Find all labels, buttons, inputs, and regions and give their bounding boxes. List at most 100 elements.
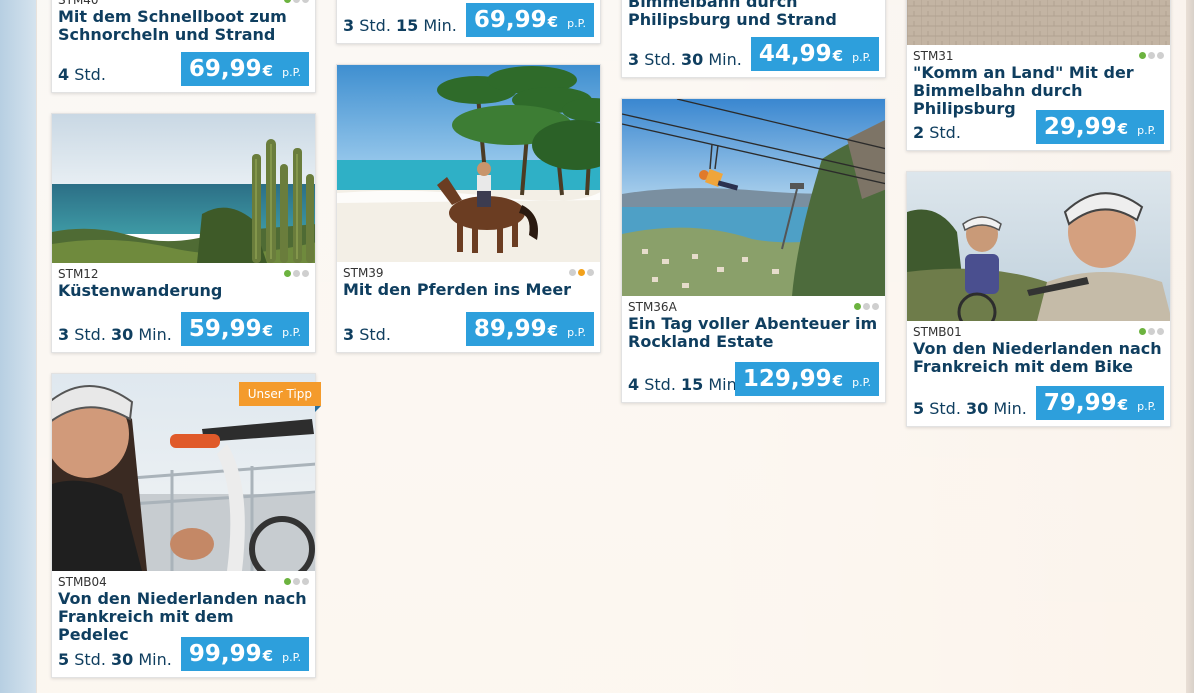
duration-hours: 3 — [343, 325, 355, 344]
rating-dot — [1157, 328, 1164, 335]
excursion-card[interactable]: STMB01 Von den Niederlanden nach Frankre… — [906, 171, 1171, 427]
price-button[interactable]: 59,99 € p.P. — [180, 312, 309, 346]
card-footer: 3 Std. 15 Min. 69,99 € p.P. — [337, 3, 600, 43]
price-per-person: p.P. — [282, 326, 301, 339]
rating-dot — [578, 269, 585, 276]
rating-dot — [302, 270, 309, 277]
excursion-title[interactable]: Mit dem Schnellboot zum Schnorcheln und … — [58, 8, 309, 44]
price-currency: € — [262, 647, 274, 665]
excursion-card[interactable]: Unser Tipp STMB04 Von den Niederlanden n… — [51, 373, 322, 678]
duration-hours: 2 — [913, 123, 925, 142]
price-button[interactable]: 79,99 € p.P. — [1035, 386, 1164, 420]
price-button[interactable]: 44,99 € p.P. — [750, 37, 879, 71]
price-currency: € — [1117, 120, 1129, 138]
duration-hours-unit: Std. — [359, 16, 391, 35]
price-currency: € — [262, 62, 274, 80]
duration-hours-unit: Std. — [74, 65, 106, 84]
excursion-card[interactable]: 3 Std. 15 Min. 69,99 € p.P. — [336, 0, 601, 44]
price-button[interactable]: 69,99 € p.P. — [465, 3, 594, 37]
rating-dot — [569, 269, 576, 276]
duration-hours: 3 — [58, 325, 70, 344]
excursion-title[interactable]: Küstenwanderung — [58, 282, 309, 300]
duration-minutes: 15 — [396, 16, 419, 35]
excursion-card[interactable]: Bimmelbahn durch Philipsburg und Strand … — [621, 0, 886, 78]
difficulty-rating — [284, 0, 309, 3]
card-footer: 3 Std. 89,99 € p.P. — [337, 312, 600, 352]
duration-hours-unit: Std. — [359, 325, 391, 344]
price-amount: 29,99 — [1043, 114, 1117, 140]
duration-minutes: 15 — [681, 375, 704, 394]
price-currency: € — [832, 47, 844, 65]
price-currency: € — [262, 322, 274, 340]
price-button[interactable]: 89,99 € p.P. — [465, 312, 594, 346]
difficulty-rating — [284, 578, 309, 585]
duration: 4 Std. — [58, 65, 106, 84]
rating-dot — [293, 0, 300, 3]
price-amount: 69,99 — [473, 7, 547, 33]
duration-minutes-unit: Min. — [138, 325, 172, 344]
rating-dot — [284, 270, 291, 277]
card-footer: 3 Std. 30 Min. 44,99 € p.P. — [622, 37, 885, 77]
excursion-code: STMB01 — [913, 325, 962, 339]
card-footer: 5 Std. 30 Min. 99,99 € p.P. — [52, 637, 315, 677]
excursion-code: STM31 — [913, 49, 954, 63]
excursion-card[interactable]: STM40 Mit dem Schnellboot zum Schnorchel… — [51, 0, 316, 93]
excursion-title[interactable]: Von den Niederlanden nach Frankreich mit… — [913, 340, 1164, 376]
price-button[interactable]: 99,99 € p.P. — [180, 637, 309, 671]
excursion-image[interactable] — [622, 99, 885, 296]
excursion-image[interactable] — [337, 65, 600, 262]
duration: 5 Std. 30 Min. — [913, 399, 1027, 418]
difficulty-rating — [1139, 328, 1164, 335]
rating-dot — [293, 270, 300, 277]
card-footer: 3 Std. 30 Min. 59,99 € p.P. — [52, 312, 315, 352]
excursion-card[interactable]: STM31 "Komm an Land" Mit der Bimmelbahn … — [906, 0, 1171, 151]
rating-dot — [1139, 52, 1146, 59]
duration-minutes: 30 — [111, 325, 134, 344]
price-button[interactable]: 29,99 € p.P. — [1035, 110, 1164, 144]
excursion-card[interactable]: STM12 Küstenwanderung 3 Std. 30 Min. 59,… — [51, 113, 316, 353]
price-amount: 59,99 — [188, 316, 262, 342]
difficulty-rating — [284, 270, 309, 277]
price-currency: € — [1117, 396, 1129, 414]
excursion-title[interactable]: Mit den Pferden ins Meer — [343, 281, 594, 299]
duration-hours-unit: Std. — [74, 325, 106, 344]
page-edge — [1186, 0, 1194, 693]
price-amount: 79,99 — [1043, 390, 1117, 416]
excursion-card[interactable]: STM36A Ein Tag voller Abenteuer im Rockl… — [621, 98, 886, 403]
price-per-person: p.P. — [852, 376, 871, 389]
rating-dot — [284, 0, 291, 3]
rating-dot — [302, 0, 309, 3]
price-button[interactable]: 69,99 € p.P. — [180, 52, 309, 86]
duration-minutes-unit: Min. — [138, 650, 172, 669]
price-per-person: p.P. — [1137, 400, 1156, 413]
price-currency: € — [832, 372, 844, 390]
rating-dot — [854, 303, 861, 310]
difficulty-rating — [569, 269, 594, 276]
rating-dot — [284, 578, 291, 585]
excursion-code: STM36A — [628, 300, 677, 314]
duration-hours-unit: Std. — [644, 50, 676, 69]
excursion-title[interactable]: Bimmelbahn durch Philipsburg und Strand — [628, 0, 879, 29]
excursion-image[interactable] — [907, 0, 1170, 45]
card-footer: 4 Std. 15 Min. 129,99 € p.P. — [622, 362, 885, 402]
duration: 5 Std. 30 Min. — [58, 650, 172, 669]
duration-hours: 5 — [913, 399, 925, 418]
excursion-title[interactable]: Von den Niederlanden nach Frankreich mit… — [58, 590, 309, 644]
duration: 3 Std. 30 Min. — [58, 325, 172, 344]
excursion-title[interactable]: Ein Tag voller Abenteuer im Rockland Est… — [628, 315, 879, 351]
duration: 3 Std. 15 Min. — [343, 16, 457, 35]
excursion-image[interactable] — [907, 172, 1170, 321]
duration-hours: 5 — [58, 650, 70, 669]
price-per-person: p.P. — [282, 66, 301, 79]
duration-hours-unit: Std. — [74, 650, 106, 669]
rating-dot — [1157, 52, 1164, 59]
price-amount: 99,99 — [188, 641, 262, 667]
excursion-code: STM12 — [58, 267, 99, 281]
excursion-image[interactable] — [52, 114, 315, 263]
rating-dot — [302, 578, 309, 585]
rating-dot — [1139, 328, 1146, 335]
price-button[interactable]: 129,99 € p.P. — [734, 362, 879, 396]
excursion-card[interactable]: STM39 Mit den Pferden ins Meer 3 Std. 89… — [336, 64, 601, 353]
tip-badge: Unser Tipp — [238, 382, 322, 412]
price-currency: € — [547, 322, 559, 340]
